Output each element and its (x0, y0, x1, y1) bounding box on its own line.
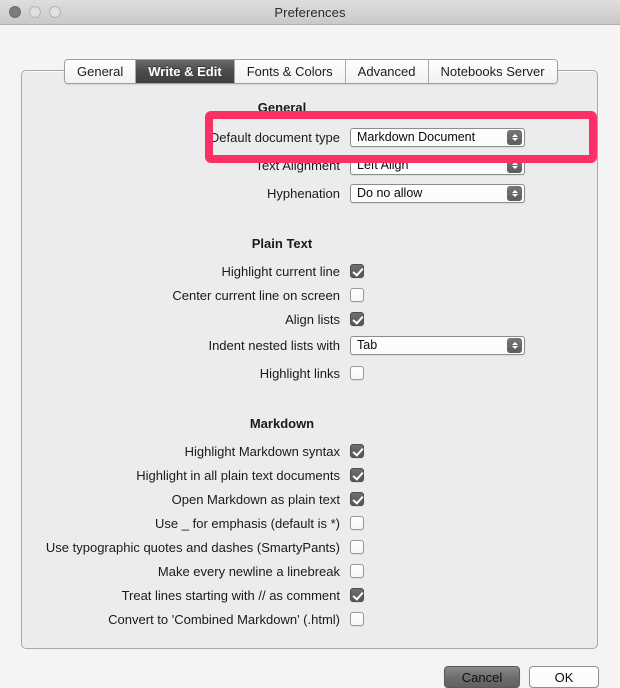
row-make-every-newline-a-linebreak: Make every newline a linebreak (0, 562, 620, 580)
row-treat-lines-starting-with-slashes-as-comment: Treat lines starting with // as comment (0, 586, 620, 604)
tab-notebooks-server[interactable]: Notebooks Server (428, 60, 557, 83)
label-open-markdown-as-plain-text: Open Markdown as plain text (171, 491, 340, 507)
checkbox-highlight-current-line[interactable] (350, 264, 364, 278)
tab-fonts-and-colors[interactable]: Fonts & Colors (234, 60, 346, 83)
window-body: General Write & Edit Fonts & Colors Adva… (0, 25, 620, 688)
select-hyphenation[interactable]: Do no allow (350, 183, 525, 203)
label-align-lists: Align lists (285, 311, 340, 327)
row-highlight-links: Highlight links (0, 364, 620, 382)
row-convert-to-combined-markdown: Convert to 'Combined Markdown' (.html) (0, 610, 620, 628)
select-text-alignment[interactable]: Left Align (350, 155, 525, 175)
label-default-document-type: Default document type (209, 129, 340, 145)
row-center-current-line-on-screen: Center current line on screen (0, 286, 620, 304)
row-use-typographic-quotes-and-dashes: Use typographic quotes and dashes (Smart… (0, 538, 620, 556)
label-use-typographic-quotes-and-dashes: Use typographic quotes and dashes (Smart… (45, 539, 340, 555)
label-convert-to-combined-markdown: Convert to 'Combined Markdown' (.html) (108, 611, 340, 627)
row-use-underscore-for-emphasis: Use _ for emphasis (default is *) (0, 514, 620, 532)
label-treat-lines-starting-with-slashes-as-comment: Treat lines starting with // as comment (121, 587, 340, 603)
chevron-updown-icon (507, 185, 522, 201)
checkbox-open-markdown-as-plain-text[interactable] (350, 492, 364, 506)
checkbox-make-every-newline-a-linebreak[interactable] (350, 564, 364, 578)
select-indent-nested-lists-with[interactable]: Tab (350, 335, 525, 355)
row-default-document-type: Default document type Markdown Document (0, 127, 620, 147)
select-default-document-type-value: Markdown Document (357, 130, 476, 144)
label-hyphenation: Hyphenation (267, 185, 340, 201)
label-highlight-in-all-plain-text-documents: Highlight in all plain text documents (136, 467, 340, 483)
chevron-updown-icon (507, 129, 522, 145)
select-indent-nested-lists-with-value: Tab (357, 338, 378, 352)
close-button-icon[interactable] (9, 6, 21, 18)
traffic-lights (9, 6, 61, 18)
checkbox-treat-lines-starting-with-slashes-as-comment[interactable] (350, 588, 364, 602)
label-center-current-line-on-screen: Center current line on screen (172, 287, 340, 303)
section-heading-plain-text: Plain Text (251, 236, 313, 251)
label-use-underscore-for-emphasis: Use _ for emphasis (default is *) (155, 515, 340, 531)
minimize-button-icon[interactable] (29, 6, 41, 18)
label-indent-nested-lists-with: Indent nested lists with (208, 337, 340, 353)
label-text-alignment: Text Alignment (255, 157, 340, 173)
row-highlight-in-all-plain-text-documents: Highlight in all plain text documents (0, 466, 620, 484)
maximize-button-icon[interactable] (49, 6, 61, 18)
chevron-updown-icon (507, 337, 522, 353)
tab-advanced[interactable]: Advanced (345, 60, 429, 83)
label-highlight-links: Highlight links (259, 365, 340, 381)
checkbox-highlight-markdown-syntax[interactable] (350, 444, 364, 458)
section-heading-general: General (257, 100, 307, 115)
row-hyphenation: Hyphenation Do no allow (0, 183, 620, 203)
row-text-alignment: Text Alignment Left Align (0, 155, 620, 175)
window-titlebar: Preferences (0, 0, 620, 25)
label-highlight-markdown-syntax: Highlight Markdown syntax (184, 443, 340, 459)
checkbox-center-current-line-on-screen[interactable] (350, 288, 364, 302)
select-default-document-type[interactable]: Markdown Document (350, 127, 525, 147)
label-make-every-newline-a-linebreak: Make every newline a linebreak (157, 563, 340, 579)
checkbox-highlight-in-all-plain-text-documents[interactable] (350, 468, 364, 482)
chevron-updown-icon (507, 157, 522, 173)
preferences-window: Preferences General Write & Edit Fonts &… (0, 0, 620, 688)
checkbox-convert-to-combined-markdown[interactable] (350, 612, 364, 626)
tab-general[interactable]: General (65, 60, 137, 83)
cancel-button[interactable]: Cancel (444, 666, 520, 688)
row-open-markdown-as-plain-text: Open Markdown as plain text (0, 490, 620, 508)
row-highlight-current-line: Highlight current line (0, 262, 620, 280)
checkbox-use-typographic-quotes-and-dashes[interactable] (350, 540, 364, 554)
section-heading-markdown: Markdown (249, 416, 315, 431)
checkbox-use-underscore-for-emphasis[interactable] (350, 516, 364, 530)
ok-button[interactable]: OK (529, 666, 599, 688)
checkbox-highlight-links[interactable] (350, 366, 364, 380)
select-hyphenation-value: Do no allow (357, 186, 423, 200)
tab-bar: General Write & Edit Fonts & Colors Adva… (64, 59, 558, 84)
tab-write-and-edit[interactable]: Write & Edit (136, 60, 235, 83)
row-indent-nested-lists-with: Indent nested lists with Tab (0, 335, 620, 355)
row-highlight-markdown-syntax: Highlight Markdown syntax (0, 442, 620, 460)
checkbox-align-lists[interactable] (350, 312, 364, 326)
select-text-alignment-value: Left Align (357, 158, 409, 172)
label-highlight-current-line: Highlight current line (221, 263, 340, 279)
row-align-lists: Align lists (0, 310, 620, 328)
window-title: Preferences (274, 4, 346, 20)
